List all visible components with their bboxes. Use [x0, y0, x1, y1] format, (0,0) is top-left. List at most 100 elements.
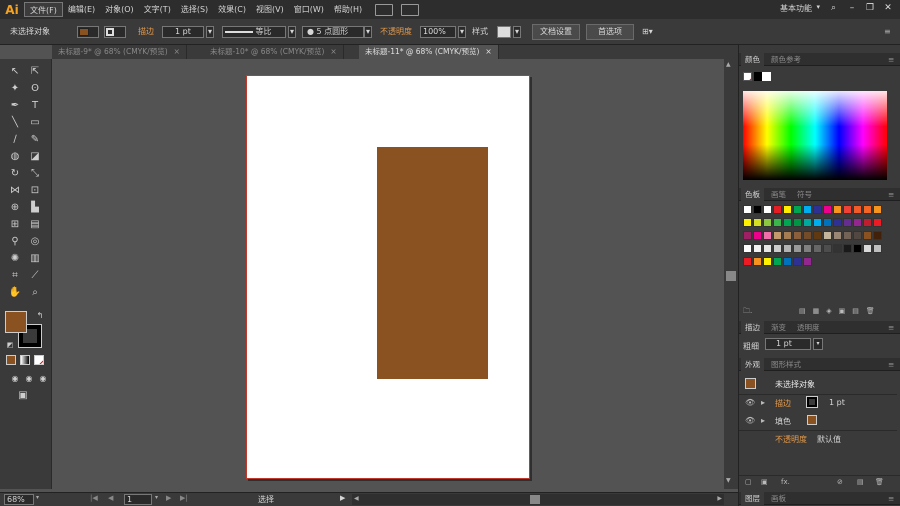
swatch[interactable] [833, 218, 842, 227]
chevron-down-icon[interactable]: ▾ [364, 26, 372, 38]
first-page-icon[interactable]: |◀ [90, 494, 98, 502]
swatch[interactable] [743, 205, 752, 214]
swatch[interactable] [753, 257, 762, 266]
close-icon[interactable]: × [174, 47, 180, 56]
swatch[interactable] [853, 231, 862, 240]
scroll-up-icon[interactable]: ▲ [726, 61, 731, 68]
tab-color[interactable]: 颜色 [741, 53, 764, 66]
menu-effect[interactable]: 效果(C) [213, 2, 251, 17]
blend-tool-icon[interactable]: ◎ [28, 235, 42, 249]
shape-builder-tool-icon[interactable]: ⊕ [8, 201, 22, 215]
swatch[interactable] [863, 231, 872, 240]
swatch[interactable] [823, 244, 832, 253]
type-tool-icon[interactable]: T [28, 99, 42, 113]
swap-fill-stroke-icon[interactable]: ↰ [33, 309, 47, 323]
swatch[interactable] [763, 231, 772, 240]
pen-tool-icon[interactable]: ✒ [8, 99, 22, 113]
swatch[interactable] [763, 205, 772, 214]
swatch[interactable] [803, 218, 812, 227]
menu-type[interactable]: 文字(T) [139, 2, 176, 17]
color-mode-button[interactable] [6, 355, 16, 365]
close-button[interactable]: ✕ [880, 2, 896, 14]
tab-layers[interactable]: 图层 [741, 492, 764, 505]
swatch[interactable] [753, 231, 762, 240]
chevron-down-icon[interactable]: ▾ [813, 338, 823, 350]
swatch[interactable] [783, 205, 792, 214]
swatch[interactable] [773, 231, 782, 240]
panel-menu-icon[interactable]: ≡ [884, 188, 898, 201]
new-stroke-icon[interactable]: ▢ [745, 478, 752, 486]
panel-menu-icon[interactable]: ≡ [884, 53, 898, 66]
search-icon[interactable]: ⌕ [831, 3, 836, 13]
gradient-mode-button[interactable] [20, 355, 30, 365]
tab-color-guide[interactable]: 颜色参考 [767, 53, 805, 66]
tab-graphic-styles[interactable]: 图形样式 [767, 358, 805, 371]
next-page-icon[interactable]: ▶ [166, 494, 171, 502]
tab-stroke[interactable]: 描边 [741, 321, 764, 334]
workspace-switcher[interactable]: 基本功能 [780, 3, 812, 14]
tab-symbols[interactable]: 符号 [793, 188, 816, 201]
menu-edit[interactable]: 编辑(E) [63, 2, 100, 17]
appearance-stroke-swatch[interactable] [806, 396, 818, 408]
scroll-right-icon[interactable]: ▶ [717, 495, 722, 502]
bridge-icon[interactable] [375, 3, 394, 16]
stroke-color-picker[interactable] [104, 26, 126, 38]
zoom-field[interactable]: 68% [4, 494, 34, 505]
line-tool-icon[interactable]: ╲ [8, 116, 22, 130]
blob-brush-tool-icon[interactable]: ◍ [8, 150, 22, 164]
tab-appearance[interactable]: 外观 [741, 358, 764, 371]
page-field[interactable]: 1 [124, 494, 152, 505]
tab-doc-10[interactable]: 未标题-10* @ 68% (CMYK/预览) × [204, 45, 344, 59]
last-page-icon[interactable]: ▶| [180, 494, 188, 502]
swatch[interactable] [843, 205, 852, 214]
swatch[interactable] [783, 244, 792, 253]
close-icon[interactable]: × [330, 47, 336, 56]
swatch[interactable] [823, 218, 832, 227]
swatch[interactable] [803, 205, 812, 214]
swatch[interactable] [873, 244, 882, 253]
width-tool-icon[interactable]: ⋈ [8, 184, 22, 198]
swatch[interactable] [813, 244, 822, 253]
live-paint-tool-icon[interactable]: ▙ [28, 201, 42, 215]
canvas-area[interactable] [52, 59, 724, 489]
horizontal-scrollbar[interactable]: ◀ ▶ [352, 494, 724, 505]
draw-inside-icon[interactable]: ◉ [36, 372, 50, 386]
swatch[interactable] [793, 205, 802, 214]
chevron-down-icon[interactable]: ▾ [816, 3, 820, 11]
swatch[interactable] [743, 257, 752, 266]
expand-arrow-icon[interactable]: ▸ [761, 398, 765, 407]
stroke-link[interactable]: 描边 [138, 25, 154, 39]
expand-arrow-icon[interactable]: ▸ [761, 416, 765, 425]
direct-selection-tool-icon[interactable]: ⇱ [28, 65, 42, 79]
panel-stroke-weight-field[interactable]: 1 pt [765, 338, 811, 350]
appearance-fill-swatch[interactable] [807, 415, 817, 425]
swatch[interactable] [783, 218, 792, 227]
add-effect-icon[interactable]: fx. [781, 478, 790, 486]
eye-icon[interactable]: 👁 [745, 416, 755, 425]
swatch[interactable] [793, 244, 802, 253]
swatch[interactable] [843, 244, 852, 253]
appearance-stroke-link[interactable]: 描边 [775, 398, 791, 409]
swatch[interactable] [833, 231, 842, 240]
rotate-tool-icon[interactable]: ↻ [8, 167, 22, 181]
scroll-left-icon[interactable]: ◀ [354, 495, 359, 502]
swatch[interactable] [813, 205, 822, 214]
swatch[interactable] [803, 257, 812, 266]
chevron-down-icon[interactable]: ▾ [513, 26, 521, 38]
menu-object[interactable]: 对象(O) [100, 2, 139, 17]
menu-file[interactable]: 文件(F) [24, 2, 63, 17]
minimize-button[interactable]: – [844, 2, 860, 14]
tab-doc-11[interactable]: 未标题-11* @ 68% (CMYK/预览) × [359, 45, 499, 59]
menu-help[interactable]: 帮助(H) [329, 2, 367, 17]
stroke-weight-field[interactable]: 1 pt [162, 26, 204, 38]
swatch[interactable] [763, 218, 772, 227]
scale-tool-icon[interactable]: ⤡ [28, 167, 42, 181]
menu-view[interactable]: 视图(V) [251, 2, 289, 17]
draw-behind-icon[interactable]: ◉ [22, 372, 36, 386]
gradient-tool-icon[interactable]: ▤ [28, 218, 42, 232]
chevron-down-icon[interactable]: ▾ [36, 494, 39, 501]
symbol-sprayer-tool-icon[interactable]: ✺ [8, 252, 22, 266]
menu-select[interactable]: 选择(S) [176, 2, 213, 17]
preferences-button[interactable]: 首选项 [586, 24, 634, 40]
brush-dropdown[interactable]: ● 5 点圆形 [302, 26, 364, 38]
